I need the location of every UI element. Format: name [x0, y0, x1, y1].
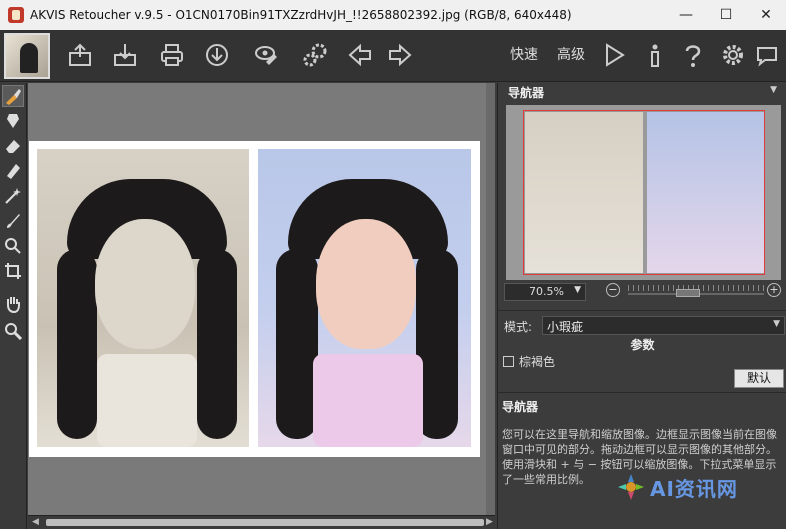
retouch-brush-icon[interactable]: [2, 85, 24, 107]
scroll-right-icon[interactable]: ▶: [486, 517, 493, 527]
advanced-mode-button[interactable]: 高级: [557, 44, 585, 64]
chevron-down-icon[interactable]: ▼: [574, 285, 581, 295]
open-icon[interactable]: [63, 38, 97, 72]
minimize-button[interactable]: —: [666, 0, 706, 30]
run-icon[interactable]: [597, 38, 631, 72]
scroll-left-icon[interactable]: ◀: [32, 517, 39, 527]
save-icon[interactable]: [108, 38, 142, 72]
sepia-label: 棕褐色: [519, 354, 556, 369]
patch-icon[interactable]: [2, 160, 24, 182]
app-icon: [8, 7, 24, 23]
default-button[interactable]: 默认: [734, 369, 784, 388]
zoom-select[interactable]: 70.5% ▼: [504, 283, 586, 301]
zoom-out-button[interactable]: −: [606, 283, 620, 297]
mode-select[interactable]: 小瑕疵 ▼: [542, 316, 785, 335]
akvis-logo: [4, 33, 50, 79]
horizontal-scrollbar[interactable]: ◀ ▶: [28, 515, 495, 529]
zoom-icon[interactable]: [2, 320, 24, 342]
watermark: AI资讯网: [616, 472, 738, 502]
zoom-value: 70.5%: [529, 285, 564, 298]
settings-icon[interactable]: [716, 38, 750, 72]
forward-icon[interactable]: [383, 38, 417, 72]
image-canvas-area[interactable]: [28, 83, 495, 515]
chevron-down-icon[interactable]: ▼: [773, 319, 780, 329]
retouched-photo: [258, 149, 471, 447]
sepia-row[interactable]: 棕褐色: [503, 352, 555, 370]
maximize-button[interactable]: ☐: [706, 0, 746, 30]
batch-icon[interactable]: [250, 38, 284, 72]
window-title: AKVIS Retoucher v.9.5 - O1CN0170Bin91TXZ…: [30, 8, 572, 22]
crop-icon[interactable]: [2, 260, 24, 282]
watermark-logo-icon: [616, 472, 646, 502]
params-title: 参数: [630, 338, 655, 352]
zoom-controls: 70.5% ▼ − +: [498, 281, 786, 303]
info-icon[interactable]: [638, 38, 672, 72]
hand-icon[interactable]: [2, 293, 24, 315]
original-photo: [37, 149, 249, 447]
express-mode-button[interactable]: 快速: [510, 44, 538, 64]
scrollbar-thumb[interactable]: [46, 519, 484, 526]
plugins-icon[interactable]: [298, 38, 332, 72]
image-canvas[interactable]: [29, 141, 480, 457]
navigator-preview[interactable]: [506, 105, 781, 280]
sepia-checkbox[interactable]: [503, 355, 514, 367]
toolbar: 快速 高级: [0, 30, 786, 82]
chevron-down-icon[interactable]: ▼: [770, 85, 777, 95]
zoom-in-button[interactable]: +: [767, 283, 781, 297]
comments-icon[interactable]: [750, 38, 784, 72]
brush-icon[interactable]: [2, 210, 24, 232]
mode-row: 模式: 小瑕疵 ▼: [502, 316, 785, 336]
watermark-text: AI资讯网: [650, 476, 738, 501]
title-bar: AKVIS Retoucher v.9.5 - O1CN0170Bin91TXZ…: [0, 0, 786, 30]
right-panel: 导航器 ▼ 70.5% ▼ − + 模式: 小瑕疵 ▼ 参数 棕褐色 默认 导航…: [497, 83, 786, 529]
zoom-slider-thumb[interactable]: [676, 289, 700, 297]
print-icon[interactable]: [155, 38, 189, 72]
magic-wand-icon[interactable]: [2, 185, 24, 207]
navigator-header[interactable]: 导航器 ▼: [498, 83, 786, 101]
back-icon[interactable]: [343, 38, 377, 72]
vertical-scrollbar[interactable]: [486, 83, 495, 515]
publish-icon[interactable]: [200, 38, 234, 72]
close-button[interactable]: ✕: [746, 0, 786, 30]
mode-value: 小瑕疵: [547, 320, 584, 334]
stamp-icon[interactable]: [2, 110, 24, 132]
clone-icon[interactable]: [2, 235, 24, 257]
mode-label: 模式:: [504, 320, 533, 334]
help-title: 导航器: [502, 400, 539, 414]
divider: [498, 310, 786, 311]
navigator-title: 导航器: [508, 86, 545, 100]
tool-panel: [0, 83, 27, 529]
navigator-view-frame[interactable]: [523, 110, 765, 275]
help-icon[interactable]: [676, 38, 710, 72]
divider: [498, 392, 786, 393]
eraser-icon[interactable]: [2, 135, 24, 157]
